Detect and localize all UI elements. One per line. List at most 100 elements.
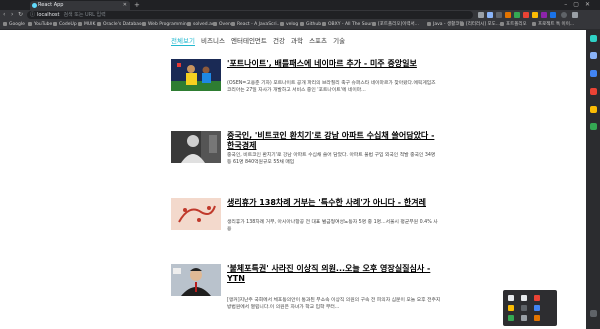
page-content: 전체보기 비즈니스 엔터테인먼트 건강 과학 스포츠 기술 '포트나이트', 배…: [0, 30, 586, 329]
bookmark-item[interactable]: YouTube: [28, 20, 52, 29]
category-nav: 전체보기 비즈니스 엔터테인먼트 건강 과학 스포츠 기술: [171, 35, 349, 46]
side-app-icon[interactable]: [590, 106, 597, 113]
category-health[interactable]: 건강: [273, 35, 285, 45]
address-bar[interactable]: ⓘ localhost 검색 또는 URL 입력: [27, 11, 473, 19]
bookmark-favicon-icon: [53, 21, 57, 26]
side-app-icon[interactable]: [590, 35, 597, 42]
tray-app-icon[interactable]: [521, 305, 527, 311]
bookmark-item[interactable]: React - A JavaScri...: [231, 20, 281, 29]
url-text: localhost: [37, 12, 60, 18]
bookmark-favicon-icon: [97, 21, 101, 26]
category-all[interactable]: 전체보기: [171, 35, 195, 46]
bookmark-favicon-icon: [532, 21, 536, 26]
bookmark-favicon-icon: [187, 21, 191, 26]
browser-tab[interactable]: React App ✕: [30, 1, 130, 10]
bookmark-item[interactable]: Oracle's Database: [97, 20, 144, 29]
extension-icon[interactable]: [505, 12, 511, 18]
article-title-link[interactable]: 생리휴가 138차례 거부는 '특수한 사례'가 아니다 - 한겨레: [227, 198, 441, 208]
react-favicon-icon: [32, 3, 37, 8]
news-item: '포트나이트', 배틀패스에 네이마르 추가 - 미주 중앙일보 (OSEN=고…: [171, 59, 441, 119]
bookmark-favicon-icon: [280, 21, 284, 26]
profile-avatar-icon[interactable]: [561, 12, 567, 18]
bookmark-item[interactable]: Github: [300, 20, 321, 29]
browser-menu-icon[interactable]: [572, 12, 578, 18]
bookmark-item[interactable]: Oven: [213, 20, 231, 29]
news-item: '불체포특권' 사라진 이상직 의원...오늘 오후 영장실질심사 - YTN …: [171, 264, 441, 324]
extension-icon[interactable]: [496, 12, 502, 18]
tab-title: React App: [38, 2, 64, 8]
category-sports[interactable]: 스포츠: [309, 35, 327, 45]
article-description: [앵커]지난주 국회에서 체포동의안이 통과된 무소속 이상직 의원의 구속 전…: [227, 298, 441, 310]
window-controls[interactable]: –▢✕: [564, 0, 596, 10]
article-thumbnail[interactable]: [171, 264, 221, 296]
category-technology[interactable]: 기술: [333, 35, 345, 45]
article-description: 생리휴가 138차례 거부, 아시아나항공 전 대표 벌금형여성노동자 5명 중…: [227, 220, 438, 232]
article-description: (OSEN=고용준 기자) 포트나이트 공개 파리의 브라질리 축구 슈퍼스타 …: [227, 81, 436, 93]
bookmark-item[interactable]: MUIK: [78, 20, 95, 29]
new-tab-icon[interactable]: +: [134, 0, 140, 10]
bookmark-item[interactable]: Google: [3, 20, 25, 29]
bookmark-favicon-icon: [372, 21, 376, 26]
side-app-icon[interactable]: [590, 123, 597, 130]
bookmark-favicon-icon: [300, 21, 304, 26]
category-science[interactable]: 과학: [291, 35, 303, 45]
tray-app-icon[interactable]: [508, 315, 514, 321]
bookmark-item[interactable]: [리터러시] 포도...: [460, 20, 500, 29]
bookmark-favicon-icon: [213, 21, 217, 26]
category-entertainment[interactable]: 엔터테인먼트: [231, 35, 267, 45]
article-thumbnail[interactable]: [171, 131, 221, 163]
article-title-link[interactable]: '불체포특권' 사라진 이상직 의원...오늘 오후 영장실질심사 - YTN: [227, 264, 441, 284]
bookmark-item[interactable]: OBXY - All The Sour...: [322, 20, 376, 29]
bookmark-favicon-icon: [460, 21, 464, 26]
browser-side-panel: [586, 30, 600, 329]
system-tray-overflow: [503, 290, 557, 326]
news-item: 중국인, '비트코인 환치기'로 강남 아파트 수십채 쓸어담았다 - 한국경제…: [171, 131, 441, 191]
bookmark-item[interactable]: 포트폴리오: [500, 20, 527, 29]
close-tab-icon[interactable]: ✕: [123, 1, 127, 10]
bookmark-favicon-icon: [427, 21, 431, 26]
bookmark-favicon-icon: [142, 21, 146, 26]
side-settings-icon[interactable]: [590, 310, 597, 317]
tray-app-icon[interactable]: [521, 315, 527, 321]
tray-app-icon[interactable]: [508, 305, 514, 311]
article-title-link[interactable]: '포트나이트', 배틀패스에 네이마르 추가 - 미주 중앙일보: [227, 59, 441, 69]
bookmark-item[interactable]: 프로젝트 톡 이이...: [532, 20, 574, 29]
bookmark-item[interactable]: Java - 생활코딩: [427, 20, 464, 29]
side-app-icon[interactable]: [590, 88, 597, 95]
bookmark-item[interactable]: Web Programming: [142, 20, 190, 29]
back-icon[interactable]: ‹: [3, 10, 5, 20]
extension-icon[interactable]: [541, 12, 547, 18]
extension-icon[interactable]: [487, 12, 493, 18]
tray-app-icon[interactable]: [534, 305, 540, 311]
extension-icon[interactable]: [523, 12, 529, 18]
side-app-icon[interactable]: [590, 70, 597, 77]
bookmark-item[interactable]: solved.ac: [187, 20, 214, 29]
bookmark-item[interactable]: CodeUp: [53, 20, 77, 29]
article-description: 중국인, 비트코인 환치기'로 강남 아파트 수십채 쓸어 담았다. 아파트 불…: [227, 153, 436, 165]
bookmark-favicon-icon: [3, 21, 7, 26]
tray-app-icon[interactable]: [521, 295, 527, 301]
article-thumbnail[interactable]: [171, 198, 221, 230]
tray-app-icon[interactable]: [534, 295, 540, 301]
extension-icon[interactable]: [514, 12, 520, 18]
extension-icon[interactable]: [532, 12, 538, 18]
forward-icon[interactable]: ›: [11, 10, 13, 20]
article-thumbnail[interactable]: [171, 59, 221, 91]
tray-app-icon[interactable]: [534, 315, 540, 321]
extension-icon[interactable]: [478, 12, 484, 18]
bookmark-favicon-icon: [78, 21, 82, 26]
news-item: 생리휴가 138차례 거부는 '특수한 사례'가 아니다 - 한겨레 생리휴가 …: [171, 198, 441, 258]
bookmark-favicon-icon: [322, 21, 326, 26]
tray-app-icon[interactable]: [508, 295, 514, 301]
site-info-icon[interactable]: ⓘ: [30, 11, 35, 19]
bookmarks-bar: Google YouTube CodeUp MUIK Oracle's Data…: [0, 20, 600, 30]
bookmark-favicon-icon: [500, 21, 504, 26]
extension-icon[interactable]: [550, 12, 556, 18]
side-app-icon[interactable]: [590, 52, 597, 59]
browser-tab-strip: React App ✕ + –▢✕: [0, 0, 600, 10]
reload-icon[interactable]: ↻: [18, 10, 23, 20]
category-business[interactable]: 비즈니스: [201, 35, 225, 45]
bookmark-item[interactable]: [포트폴리오]이력서...: [372, 20, 419, 29]
bookmark-item[interactable]: velog: [280, 20, 298, 29]
article-title-link[interactable]: 중국인, '비트코인 환치기'로 강남 아파트 수십채 쓸어담았다 - 한국경제: [227, 131, 441, 151]
